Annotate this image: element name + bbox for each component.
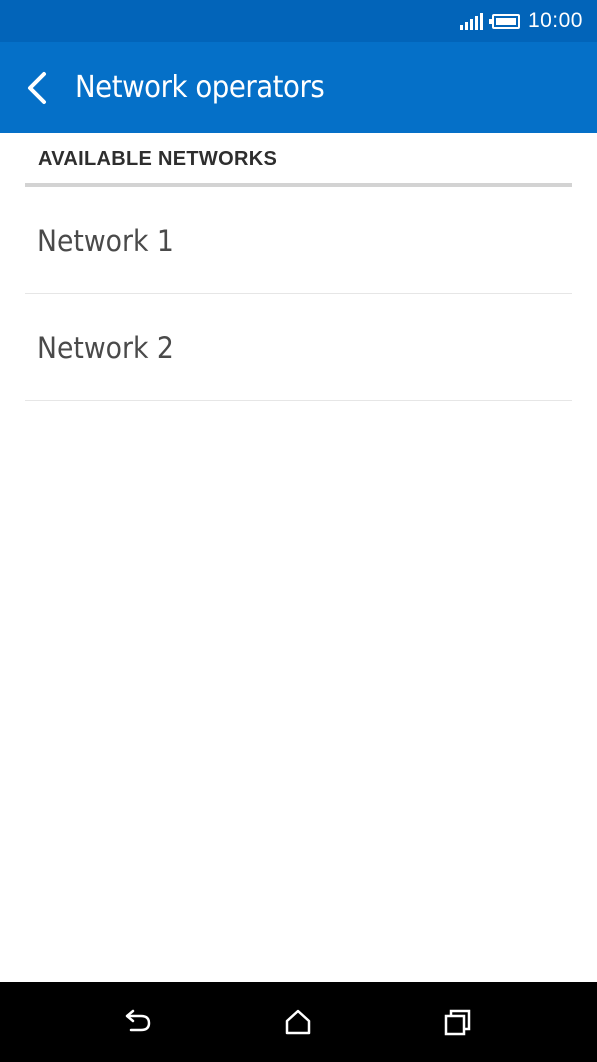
status-bar: 10:00 — [0, 0, 597, 42]
navigation-bar — [0, 982, 597, 1062]
home-icon — [285, 1009, 311, 1035]
battery-icon — [488, 13, 520, 29]
network-item-label: Network 2 — [37, 331, 174, 365]
network-item-2[interactable]: Network 2 — [25, 294, 572, 401]
app-bar: Network operators — [0, 42, 597, 133]
chevron-left-icon — [28, 72, 46, 104]
nav-recents-button[interactable] — [437, 1002, 477, 1042]
page-title: Network operators — [75, 70, 325, 105]
screen: 10:00 Network operators AVAILABLE NETWOR… — [0, 0, 597, 1062]
back-arrow-icon — [125, 1009, 151, 1032]
section-header: AVAILABLE NETWORKS — [25, 133, 572, 187]
recent-apps-icon — [444, 1009, 471, 1036]
status-time: 10:00 — [527, 9, 583, 32]
nav-home-button[interactable] — [278, 1002, 318, 1042]
status-right: 10:00 — [459, 0, 583, 42]
signal-icon — [459, 12, 484, 30]
network-item-label: Network 1 — [37, 224, 174, 258]
nav-back-button[interactable] — [119, 1002, 159, 1042]
section-header-label: AVAILABLE NETWORKS — [38, 148, 278, 170]
network-item-1[interactable]: Network 1 — [25, 187, 572, 294]
back-button[interactable] — [14, 60, 62, 116]
